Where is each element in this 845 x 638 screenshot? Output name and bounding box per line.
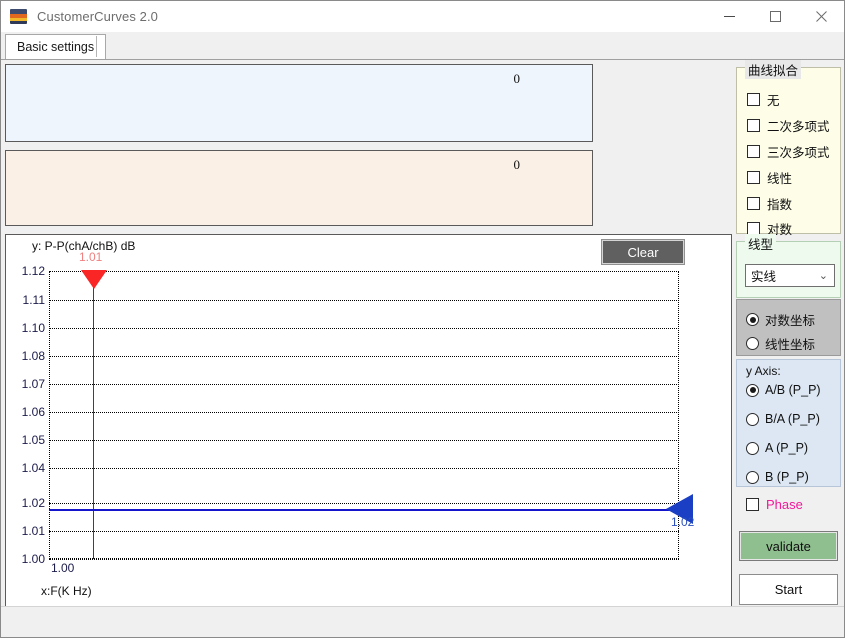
plot-gridline [49, 468, 679, 469]
curve-fit-checkbox[interactable]: 三次多项式 [747, 142, 830, 161]
start-button-label: Start [774, 582, 803, 597]
curve-fit-checkbox[interactable]: 无 [747, 90, 780, 109]
chart-x-tick: 1.00 [51, 561, 75, 575]
y-axis-source-radio-label: A (P_P) [765, 441, 809, 455]
app-logo-icon [10, 9, 27, 24]
coordinate-type-radio-label: 线性坐标 [765, 338, 816, 352]
plot-gridline [49, 503, 679, 504]
y-axis-source-radio-label: B/A (P_P) [765, 412, 820, 426]
cursor-label-red: 1.01 [79, 250, 103, 264]
y-axis-source-radio[interactable]: B (P_P) [746, 470, 809, 484]
y-axis-source-radio[interactable]: A (P_P) [746, 441, 808, 455]
coordinate-type-group: 对数坐标 线性坐标 [736, 299, 841, 356]
phase-checkbox-label: Phase [766, 497, 803, 512]
start-button[interactable]: Start [739, 574, 838, 605]
title-bar: CustomerCurves 2.0 [1, 1, 844, 32]
tab-basic-settings[interactable]: Basic settings [5, 34, 107, 59]
line-type-select[interactable]: 实线 ⌄ [745, 264, 835, 287]
curve-fit-checkbox[interactable]: 指数 [747, 194, 792, 213]
triangle-down-icon[interactable] [81, 270, 107, 289]
validate-button-label: validate [766, 538, 811, 554]
window-title: CustomerCurves 2.0 [37, 9, 159, 24]
window-controls [706, 1, 844, 32]
validate-button[interactable]: validate [739, 531, 838, 561]
checkbox-box[interactable] [747, 93, 760, 106]
chart-y-tick: 1.04 [21, 461, 45, 475]
curve-fit-checkbox-label: 无 [767, 94, 780, 108]
radio-button[interactable] [746, 383, 759, 397]
curve-fit-checkbox-label: 线性 [767, 172, 793, 186]
tab-label: Basic settings [17, 40, 95, 54]
chart-y-tick: 1.01 [21, 524, 45, 538]
checkbox-box[interactable] [747, 171, 760, 184]
checkbox-box[interactable] [747, 119, 760, 132]
settings-sidebar: 曲线拟合 无二次多项式 三次多项式 线性 指数 对数 线型 实线 ⌄ 对数坐标 线性坐标 … [736, 59, 841, 607]
radio-button[interactable] [746, 470, 759, 484]
phase-checkbox[interactable]: Phase [746, 497, 803, 512]
chart-y-tick: 1.10 [21, 321, 45, 335]
plot-area[interactable]: 1.01 1.02 [49, 250, 694, 560]
curve-fit-group: 曲线拟合 无二次多项式 三次多项式 线性 指数 对数 [736, 60, 841, 237]
chart-x-axis-caption: x:F(K Hz) [41, 584, 92, 598]
checkbox-box[interactable] [747, 197, 760, 210]
phase-checkbox-box[interactable] [746, 498, 759, 511]
clear-button-label: Clear [627, 244, 659, 260]
radio-button[interactable] [746, 313, 759, 326]
curve-fit-checkbox[interactable]: 线性 [747, 168, 792, 187]
plot-gridline [49, 440, 679, 441]
close-icon[interactable] [798, 1, 844, 32]
plot-gridline [49, 531, 679, 532]
plot-gridline [49, 384, 679, 385]
level-label-blue: 1.02 [671, 515, 695, 529]
cursor-line-red[interactable] [93, 271, 94, 559]
plot-gridline [49, 300, 679, 301]
checkbox-box[interactable] [747, 145, 760, 158]
y-axis-source-radio-label: A/B (P_P) [765, 383, 821, 397]
curve-fit-checkbox[interactable]: 二次多项式 [747, 116, 830, 135]
plot-frame [49, 271, 679, 559]
line-type-selected-value: 实线 [751, 270, 777, 284]
chart-y-tick: 1.12 [21, 264, 45, 278]
chart-y-tick: 1.07 [21, 377, 45, 391]
plot-gridline [49, 412, 679, 413]
plot-gridline [49, 328, 679, 329]
radio-button[interactable] [746, 412, 759, 426]
status-bar [1, 606, 844, 637]
plot-gridline [49, 559, 679, 560]
app-window: CustomerCurves 2.0 Basic settings 0 0 y:… [0, 0, 845, 638]
coordinate-type-radio-label: 对数坐标 [765, 314, 816, 328]
coordinate-type-radio[interactable]: 线性坐标 [746, 334, 815, 353]
y-axis-source-group: y Axis: A/B (P_P) B/A (P_P) A (P_P) B (P_P) [736, 359, 841, 487]
curve-fit-checkbox-label: 指数 [767, 198, 793, 212]
chart-y-tick: 1.11 [22, 293, 45, 307]
curve-fit-checkbox-label: 三次多项式 [767, 146, 830, 160]
y-axis-source-radio-label: B (P_P) [765, 470, 809, 484]
level-line-blue[interactable] [49, 509, 679, 511]
line-type-group-title: 线型 [745, 234, 777, 253]
radio-button[interactable] [746, 337, 759, 350]
maximize-icon[interactable] [752, 1, 798, 32]
chevron-down-icon: ⌄ [818, 270, 828, 282]
y-axis-source-radio[interactable]: A/B (P_P) [746, 383, 821, 397]
radio-button[interactable] [746, 441, 759, 455]
curve-fit-checkbox-label: 二次多项式 [767, 120, 830, 134]
chart-y-tick: 1.08 [21, 349, 45, 363]
chart-y-tick: 1.02 [21, 496, 45, 510]
tab-divider [96, 36, 97, 57]
readout-value-top: 0 [513, 71, 521, 86]
y-axis-source-radio[interactable]: B/A (P_P) [746, 412, 820, 426]
readout-value-bottom: 0 [513, 157, 521, 172]
chart-y-tick: 1.06 [21, 405, 45, 419]
chart-y-tick: 1.00 [21, 552, 45, 566]
chart-y-tick: 1.05 [21, 433, 45, 447]
readout-panel-top[interactable]: 0 [5, 64, 593, 142]
plot-gridline [49, 356, 679, 357]
curve-fit-group-title: 曲线拟合 [745, 60, 802, 79]
minimize-icon[interactable] [706, 1, 752, 32]
y-axis-group-caption: y Axis: [746, 364, 781, 378]
readout-panel-bottom[interactable]: 0 [5, 150, 593, 226]
clear-button[interactable]: Clear [601, 239, 685, 265]
coordinate-type-radio[interactable]: 对数坐标 [746, 310, 815, 329]
tab-strip: Basic settings [1, 32, 844, 60]
